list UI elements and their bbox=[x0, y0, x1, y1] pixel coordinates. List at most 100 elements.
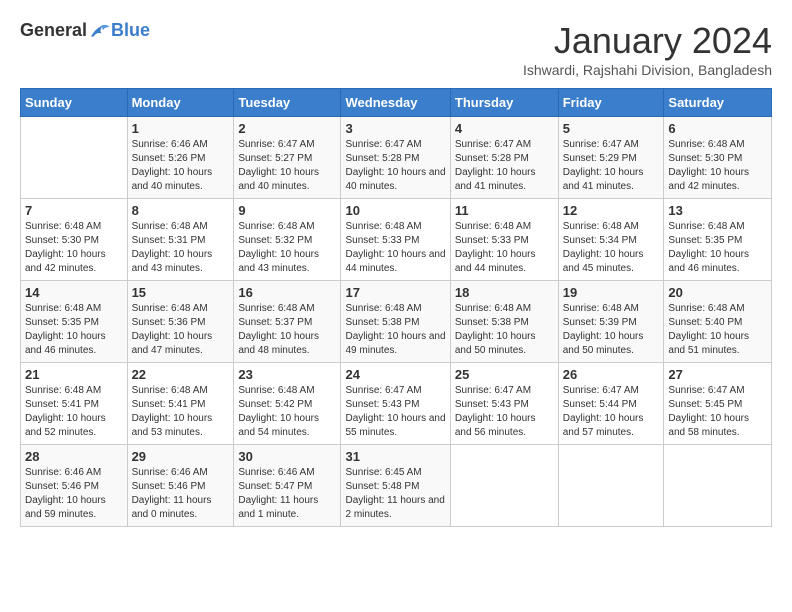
day-number: 14 bbox=[25, 285, 123, 300]
calendar-cell bbox=[558, 445, 664, 527]
calendar-cell: 19 Sunrise: 6:48 AMSunset: 5:39 PMDayligh… bbox=[558, 281, 664, 363]
calendar-cell bbox=[450, 445, 558, 527]
calendar-cell: 13 Sunrise: 6:48 AMSunset: 5:35 PMDayligh… bbox=[664, 199, 772, 281]
logo-blue-text: Blue bbox=[111, 20, 150, 41]
day-info: Sunrise: 6:47 AMSunset: 5:44 PMDaylight:… bbox=[563, 384, 660, 440]
day-info: Sunrise: 6:45 AMSunset: 5:48 PMDaylight:… bbox=[345, 466, 445, 522]
day-info: Sunrise: 6:48 AMSunset: 5:38 PMDaylight:… bbox=[345, 302, 445, 358]
day-number: 27 bbox=[668, 367, 767, 382]
day-number: 23 bbox=[238, 367, 336, 382]
day-info: Sunrise: 6:47 AMSunset: 5:29 PMDaylight:… bbox=[563, 138, 660, 194]
calendar-week-row: 7Sunrise: 6:48 AMSunset: 5:30 PMDaylight… bbox=[21, 199, 772, 281]
day-number: 24 bbox=[345, 367, 445, 382]
weekday-header-thursday: Thursday bbox=[450, 89, 558, 117]
header: General Blue January 2024 Ishwardi, Rajs… bbox=[20, 20, 772, 78]
day-number: 15 bbox=[132, 285, 230, 300]
calendar-cell: 7Sunrise: 6:48 AMSunset: 5:30 PMDaylight… bbox=[21, 199, 128, 281]
logo-general-text: General bbox=[20, 20, 87, 41]
day-info: Sunrise: 6:48 AMSunset: 5:34 PMDaylight:… bbox=[563, 220, 660, 276]
day-number: 28 bbox=[25, 449, 123, 464]
day-info: Sunrise: 6:47 AMSunset: 5:43 PMDaylight:… bbox=[455, 384, 554, 440]
day-info: Sunrise: 6:46 AMSunset: 5:26 PMDaylight:… bbox=[132, 138, 230, 194]
day-number: 18 bbox=[455, 285, 554, 300]
day-info: Sunrise: 6:47 AMSunset: 5:43 PMDaylight:… bbox=[345, 384, 445, 440]
day-number: 1 bbox=[132, 121, 230, 136]
month-year-title: January 2024 bbox=[523, 20, 772, 62]
calendar-week-row: 1 Sunrise: 6:46 AMSunset: 5:26 PMDaylight… bbox=[21, 117, 772, 199]
calendar-cell: 10 Sunrise: 6:48 AMSunset: 5:33 PMDayligh… bbox=[341, 199, 450, 281]
day-info: Sunrise: 6:47 AMSunset: 5:45 PMDaylight:… bbox=[668, 384, 767, 440]
day-number: 8 bbox=[132, 203, 230, 218]
day-number: 10 bbox=[345, 203, 445, 218]
day-info: Sunrise: 6:48 AMSunset: 5:39 PMDaylight:… bbox=[563, 302, 660, 358]
day-info: Sunrise: 6:48 AMSunset: 5:41 PMDaylight:… bbox=[25, 384, 123, 440]
weekday-header-saturday: Saturday bbox=[664, 89, 772, 117]
day-info: Sunrise: 6:48 AMSunset: 5:38 PMDaylight:… bbox=[455, 302, 554, 358]
calendar-cell: 28 Sunrise: 6:46 AMSunset: 5:46 PMDayligh… bbox=[21, 445, 128, 527]
day-number: 13 bbox=[668, 203, 767, 218]
calendar-cell bbox=[664, 445, 772, 527]
day-number: 30 bbox=[238, 449, 336, 464]
day-info: Sunrise: 6:47 AMSunset: 5:28 PMDaylight:… bbox=[455, 138, 554, 194]
day-info: Sunrise: 6:48 AMSunset: 5:32 PMDaylight:… bbox=[238, 220, 336, 276]
weekday-header-friday: Friday bbox=[558, 89, 664, 117]
calendar-cell: 30 Sunrise: 6:46 AMSunset: 5:47 PMDayligh… bbox=[234, 445, 341, 527]
day-info: Sunrise: 6:46 AMSunset: 5:46 PMDaylight:… bbox=[25, 466, 123, 522]
day-number: 22 bbox=[132, 367, 230, 382]
day-info: Sunrise: 6:48 AMSunset: 5:33 PMDaylight:… bbox=[455, 220, 554, 276]
weekday-header-monday: Monday bbox=[127, 89, 234, 117]
calendar-cell: 14Sunrise: 6:48 AMSunset: 5:35 PMDayligh… bbox=[21, 281, 128, 363]
day-number: 6 bbox=[668, 121, 767, 136]
weekday-header-row: SundayMondayTuesdayWednesdayThursdayFrid… bbox=[21, 89, 772, 117]
calendar-cell: 26 Sunrise: 6:47 AMSunset: 5:44 PMDayligh… bbox=[558, 363, 664, 445]
day-number: 29 bbox=[132, 449, 230, 464]
day-info: Sunrise: 6:47 AMSunset: 5:28 PMDaylight:… bbox=[345, 138, 445, 194]
title-area: January 2024 Ishwardi, Rajshahi Division… bbox=[523, 20, 772, 78]
calendar-cell: 22 Sunrise: 6:48 AMSunset: 5:41 PMDayligh… bbox=[127, 363, 234, 445]
logo-bird-icon bbox=[87, 21, 111, 41]
day-info: Sunrise: 6:46 AMSunset: 5:46 PMDaylight:… bbox=[132, 466, 230, 522]
calendar-cell: 6Sunrise: 6:48 AMSunset: 5:30 PMDaylight… bbox=[664, 117, 772, 199]
day-number: 17 bbox=[345, 285, 445, 300]
calendar-cell: 16 Sunrise: 6:48 AMSunset: 5:37 PMDayligh… bbox=[234, 281, 341, 363]
day-info: Sunrise: 6:48 AMSunset: 5:36 PMDaylight:… bbox=[132, 302, 230, 358]
weekday-header-sunday: Sunday bbox=[21, 89, 128, 117]
day-info: Sunrise: 6:48 AMSunset: 5:37 PMDaylight:… bbox=[238, 302, 336, 358]
calendar-cell: 8 Sunrise: 6:48 AMSunset: 5:31 PMDaylight… bbox=[127, 199, 234, 281]
day-number: 25 bbox=[455, 367, 554, 382]
day-number: 21 bbox=[25, 367, 123, 382]
calendar-cell: 12 Sunrise: 6:48 AMSunset: 5:34 PMDayligh… bbox=[558, 199, 664, 281]
day-number: 26 bbox=[563, 367, 660, 382]
calendar-cell: 29 Sunrise: 6:46 AMSunset: 5:46 PMDayligh… bbox=[127, 445, 234, 527]
calendar-cell: 15 Sunrise: 6:48 AMSunset: 5:36 PMDayligh… bbox=[127, 281, 234, 363]
day-info: Sunrise: 6:46 AMSunset: 5:47 PMDaylight:… bbox=[238, 466, 336, 522]
calendar-cell: 3 Sunrise: 6:47 AMSunset: 5:28 PMDaylight… bbox=[341, 117, 450, 199]
day-number: 19 bbox=[563, 285, 660, 300]
day-number: 12 bbox=[563, 203, 660, 218]
calendar-cell: 20Sunrise: 6:48 AMSunset: 5:40 PMDayligh… bbox=[664, 281, 772, 363]
day-info: Sunrise: 6:48 AMSunset: 5:30 PMDaylight:… bbox=[25, 220, 123, 276]
weekday-header-wednesday: Wednesday bbox=[341, 89, 450, 117]
day-number: 31 bbox=[345, 449, 445, 464]
calendar-cell: 25 Sunrise: 6:47 AMSunset: 5:43 PMDayligh… bbox=[450, 363, 558, 445]
calendar-cell: 27 Sunrise: 6:47 AMSunset: 5:45 PMDayligh… bbox=[664, 363, 772, 445]
calendar-cell: 31 Sunrise: 6:45 AMSunset: 5:48 PMDayligh… bbox=[341, 445, 450, 527]
day-number: 16 bbox=[238, 285, 336, 300]
day-info: Sunrise: 6:48 AMSunset: 5:33 PMDaylight:… bbox=[345, 220, 445, 276]
calendar-cell: 24 Sunrise: 6:47 AMSunset: 5:43 PMDayligh… bbox=[341, 363, 450, 445]
calendar-week-row: 21 Sunrise: 6:48 AMSunset: 5:41 PMDayligh… bbox=[21, 363, 772, 445]
day-info: Sunrise: 6:48 AMSunset: 5:35 PMDaylight:… bbox=[668, 220, 767, 276]
location-subtitle: Ishwardi, Rajshahi Division, Bangladesh bbox=[523, 62, 772, 78]
day-info: Sunrise: 6:48 AMSunset: 5:41 PMDaylight:… bbox=[132, 384, 230, 440]
day-info: Sunrise: 6:48 AMSunset: 5:31 PMDaylight:… bbox=[132, 220, 230, 276]
calendar-table: SundayMondayTuesdayWednesdayThursdayFrid… bbox=[20, 88, 772, 527]
calendar-cell: 4Sunrise: 6:47 AMSunset: 5:28 PMDaylight… bbox=[450, 117, 558, 199]
day-number: 11 bbox=[455, 203, 554, 218]
day-number: 3 bbox=[345, 121, 445, 136]
calendar-cell: 2Sunrise: 6:47 AMSunset: 5:27 PMDaylight… bbox=[234, 117, 341, 199]
calendar-cell bbox=[21, 117, 128, 199]
calendar-cell: 21 Sunrise: 6:48 AMSunset: 5:41 PMDayligh… bbox=[21, 363, 128, 445]
calendar-cell: 17 Sunrise: 6:48 AMSunset: 5:38 PMDayligh… bbox=[341, 281, 450, 363]
day-info: Sunrise: 6:47 AMSunset: 5:27 PMDaylight:… bbox=[238, 138, 336, 194]
weekday-header-tuesday: Tuesday bbox=[234, 89, 341, 117]
